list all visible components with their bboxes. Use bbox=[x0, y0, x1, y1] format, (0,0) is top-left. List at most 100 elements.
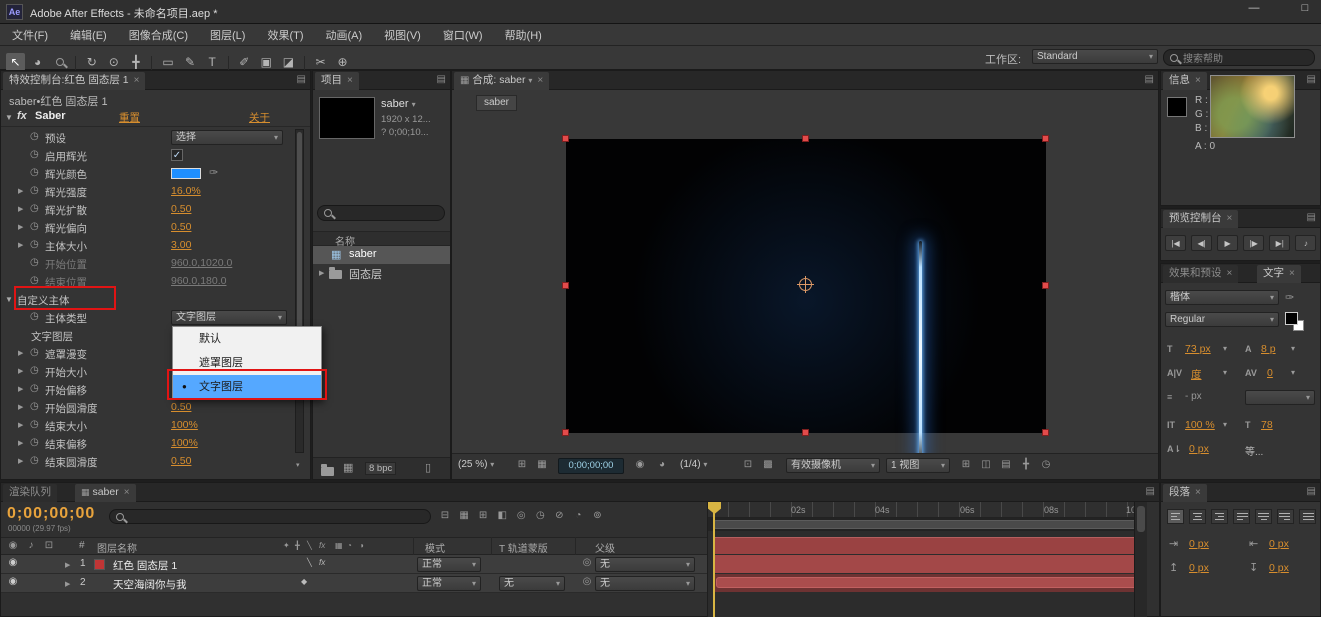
font-style-dropdown[interactable]: Regular▾ bbox=[1165, 312, 1279, 327]
stopwatch-icon[interactable]: ◷ bbox=[30, 167, 39, 178]
transform-handle[interactable] bbox=[1042, 429, 1049, 436]
menu-effect[interactable]: 效果(T) bbox=[267, 27, 303, 43]
close-icon[interactable]: × bbox=[537, 75, 543, 86]
menu-animation[interactable]: 动画(A) bbox=[326, 27, 363, 43]
audio-column-icon[interactable]: ♪ bbox=[23, 540, 39, 551]
trkmat-column-header[interactable]: T 轨道蒙版 bbox=[499, 540, 548, 555]
end-offset-value[interactable]: 100% bbox=[171, 437, 198, 449]
baseline-shift-value[interactable]: 0 px bbox=[1189, 443, 1209, 455]
puppet-tool-icon[interactable]: ⊕ bbox=[333, 53, 352, 71]
tab-info[interactable]: 信息× bbox=[1163, 72, 1207, 90]
active-camera-dropdown[interactable]: 有效摄像机▾ bbox=[786, 458, 880, 473]
twirl-closed-icon[interactable]: ▶ bbox=[18, 187, 23, 195]
brainstorm-icon[interactable]: ◔ bbox=[570, 510, 586, 521]
param-group-custom-core[interactable]: ▼ 自定义主体 bbox=[1, 291, 293, 309]
stopwatch-icon[interactable]: ◷ bbox=[30, 203, 39, 214]
indent-left-value[interactable]: 0 px bbox=[1189, 538, 1209, 550]
resolution-dropdown[interactable]: (1/4) ▾ bbox=[680, 459, 707, 470]
stopwatch-icon[interactable]: ◷ bbox=[30, 383, 39, 394]
channels-icon[interactable]: ◕ bbox=[654, 459, 670, 470]
motion-blur-icon[interactable]: ◎ bbox=[513, 510, 529, 521]
bpc-button[interactable]: 8 bpc bbox=[365, 462, 396, 475]
close-icon[interactable]: × bbox=[134, 75, 140, 86]
menu-file[interactable]: 文件(F) bbox=[12, 27, 48, 43]
menu-layer[interactable]: 图层(L) bbox=[210, 27, 245, 43]
stopwatch-icon[interactable]: ◷ bbox=[30, 149, 39, 160]
align-center-button[interactable] bbox=[1189, 509, 1206, 524]
tab-effects-presets[interactable]: 效果和预设× bbox=[1163, 265, 1238, 283]
project-search-box[interactable] bbox=[317, 205, 445, 221]
layer-name[interactable]: 天空海阔你与我 bbox=[113, 577, 187, 592]
playhead-line[interactable] bbox=[713, 502, 715, 617]
leading-value[interactable]: 8 p bbox=[1261, 343, 1276, 355]
close-icon[interactable]: × bbox=[124, 487, 130, 498]
trkmat-dropdown[interactable]: 无▾ bbox=[499, 576, 565, 591]
vertical-scale-value[interactable]: 100 % bbox=[1185, 419, 1215, 431]
pan-behind-tool-icon[interactable]: ╋ bbox=[126, 53, 145, 71]
brush-tool-icon[interactable]: ✐ bbox=[235, 53, 254, 71]
menu-view[interactable]: 视图(V) bbox=[384, 27, 421, 43]
grid-icon[interactable]: ▦ bbox=[534, 459, 550, 470]
switch-fx-icon[interactable]: fx bbox=[319, 541, 325, 550]
justify-last-center-button[interactable] bbox=[1255, 509, 1272, 524]
twirl-closed-icon[interactable]: ▶ bbox=[18, 385, 23, 393]
layer-2-duration-bar[interactable] bbox=[716, 577, 1138, 588]
chevron-down-icon[interactable]: ▾ bbox=[1223, 344, 1227, 353]
maximize-button[interactable]: □ bbox=[1294, 2, 1316, 20]
grid-guides-icon[interactable]: ⊞ bbox=[958, 459, 974, 470]
stopwatch-icon[interactable]: ◷ bbox=[30, 455, 39, 466]
next-frame-button[interactable]: |▶ bbox=[1243, 235, 1264, 251]
switch-frame-blend-icon[interactable]: ▦ bbox=[335, 541, 343, 550]
camera-tool-icon[interactable]: ⊙ bbox=[104, 53, 123, 71]
chevron-down-icon[interactable]: ▾ bbox=[1291, 368, 1295, 377]
help-search-box[interactable]: 搜索帮助 bbox=[1163, 49, 1315, 66]
video-column-icon[interactable]: ◉ bbox=[5, 540, 21, 551]
menu-edit[interactable]: 编辑(E) bbox=[70, 27, 107, 43]
menu-item-text-layer[interactable]: ●文字图层 bbox=[173, 375, 321, 399]
hand-tool-icon[interactable]: ◕ bbox=[28, 53, 47, 71]
fx-switch-icon[interactable]: fx bbox=[319, 558, 325, 567]
safe-margins-icon[interactable]: ⊞ bbox=[514, 459, 530, 470]
anchor-point[interactable] bbox=[799, 278, 812, 291]
menu-window[interactable]: 窗口(W) bbox=[443, 27, 483, 43]
twirl-open-icon[interactable]: ▼ bbox=[5, 113, 13, 122]
end-size-value[interactable]: 100% bbox=[171, 419, 198, 431]
tab-effect-controls[interactable]: 特效控制台:红色 固态层 1× bbox=[3, 72, 145, 90]
new-composition-icon[interactable]: ▦ bbox=[343, 461, 353, 474]
fill-color-swatch[interactable] bbox=[1285, 312, 1298, 325]
close-icon[interactable]: × bbox=[347, 75, 353, 86]
start-roundness-value[interactable]: 0.50 bbox=[171, 401, 191, 413]
panel-menu-icon[interactable]: ▤ bbox=[1146, 486, 1155, 498]
graph-editor-icon[interactable]: ⊘ bbox=[551, 510, 567, 521]
font-size-value[interactable]: 73 px bbox=[1185, 343, 1211, 355]
chevron-down-icon[interactable]: ▾ bbox=[1223, 420, 1227, 429]
close-icon[interactable]: × bbox=[1227, 268, 1233, 279]
switch-3d-icon[interactable]: ◑ bbox=[359, 541, 364, 550]
rulers-icon[interactable]: ▤ bbox=[998, 459, 1014, 470]
twirl-closed-icon[interactable]: ▶ bbox=[18, 349, 23, 357]
comp-mini-flowchart-icon[interactable]: ⊟ bbox=[437, 510, 453, 521]
tab-composition[interactable]: ▦ 合成: saber ▾× bbox=[454, 72, 549, 90]
tab-timeline-comp[interactable]: ▦ saber× bbox=[75, 484, 136, 502]
layer-row-2[interactable]: ◉ ▶ 2 天空海阔你与我 ◆ 正常▾ 无▾ ◎ 无▾ bbox=[1, 574, 707, 593]
comp-nav-chip[interactable]: saber bbox=[476, 95, 517, 111]
chevron-down-icon[interactable]: ▾ bbox=[1223, 368, 1227, 377]
tab-project[interactable]: 项目× bbox=[315, 72, 359, 90]
timeline-search-box[interactable] bbox=[109, 509, 431, 524]
transform-handle[interactable] bbox=[562, 282, 569, 289]
option-dropdown[interactable]: ▾ bbox=[1245, 390, 1315, 405]
index-column-header[interactable]: # bbox=[79, 540, 85, 551]
stopwatch-icon[interactable]: ◷ bbox=[30, 239, 39, 250]
layer-name-column-header[interactable]: 图层名称 bbox=[97, 540, 137, 555]
panel-menu-icon[interactable]: ▤ bbox=[297, 74, 306, 86]
panel-menu-icon[interactable]: ▤ bbox=[1307, 486, 1316, 498]
switch-motion-blur-icon[interactable]: ◔ bbox=[347, 541, 352, 550]
indent-right-value[interactable]: 0 px bbox=[1269, 538, 1289, 550]
eyedropper-icon[interactable]: ✑ bbox=[1285, 291, 1294, 304]
preview-item-name[interactable]: saber ▾ bbox=[381, 98, 416, 110]
stopwatch-icon[interactable]: ◷ bbox=[30, 185, 39, 196]
tab-paragraph[interactable]: 段落× bbox=[1163, 484, 1207, 502]
switch-shy-icon[interactable]: ✦ bbox=[283, 541, 290, 550]
glow-spread-value[interactable]: 0.50 bbox=[171, 203, 191, 215]
layer-row-1[interactable]: ◉ ▶ 1 红色 固态层 1 ╲ fx 正常▾ ◎ 无▾ bbox=[1, 555, 707, 574]
